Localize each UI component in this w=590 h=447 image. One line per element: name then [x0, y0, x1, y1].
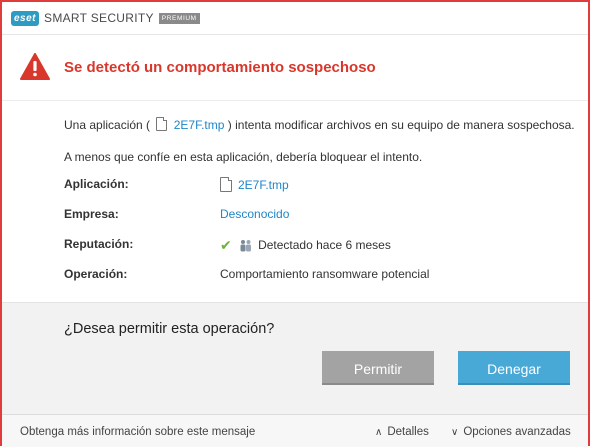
message-line-1: Una aplicación ( 2E7F.tmp ) intenta modi… [64, 117, 575, 132]
chevron-up-icon: ∧ [375, 427, 383, 438]
more-info-link[interactable]: Obtenga más información sobre este mensa… [20, 426, 255, 438]
allow-button[interactable]: Permitir [322, 351, 434, 385]
footer: Obtenga más información sobre este mensa… [2, 414, 588, 447]
detail-label: Aplicación: [64, 177, 129, 191]
detail-value: Desconocido [220, 207, 580, 221]
file-icon [156, 117, 168, 131]
detail-value: Comportamiento ransomware potencial [220, 267, 430, 281]
eset-logo: eset [11, 10, 40, 26]
detail-value: ✔ Detectado hace 6 meses [220, 237, 580, 255]
message-line-2: A menos que confíe en esta aplicación, d… [64, 150, 423, 164]
edition-badge: PREMIUM [158, 12, 200, 24]
message-prefix: Una aplicación ( [64, 118, 151, 132]
reputation-text: Detectado hace 6 meses [258, 238, 391, 252]
users-icon [239, 239, 252, 255]
detail-value: 2E7F.tmp [220, 177, 580, 192]
details-toggle[interactable]: ∧ Detalles [375, 426, 429, 438]
alert-title: Se detectó un comportamiento sospechoso [64, 59, 376, 76]
product-name: SMART SECURITY [44, 11, 154, 25]
file-icon [220, 177, 232, 192]
detail-label: Reputación: [64, 237, 134, 251]
permission-question: ¿Desea permitir esta operación? [64, 321, 275, 337]
details-label: Detalles [387, 426, 429, 438]
company-link[interactable]: Desconocido [220, 207, 289, 221]
alert-header: Se detectó un comportamiento sospechoso [2, 34, 588, 101]
warning-triangle-icon [20, 53, 50, 85]
checkmark-icon: ✔ [220, 237, 232, 253]
title-bar: eset SMART SECURITY PREMIUM [2, 2, 588, 34]
advanced-options-toggle[interactable]: ∨ Opciones avanzadas [451, 426, 571, 438]
message-suffix: ) intenta modificar archivos en su equip… [227, 118, 575, 132]
advanced-options-label: Opciones avanzadas [463, 426, 571, 438]
detail-label: Operación: [64, 267, 128, 281]
detail-label: Empresa: [64, 207, 119, 221]
alert-content: Una aplicación ( 2E7F.tmp ) intenta modi… [2, 100, 588, 303]
action-panel: ¿Desea permitir esta operación? Permitir… [2, 302, 588, 415]
deny-button[interactable]: Denegar [458, 351, 570, 385]
application-name-link[interactable]: 2E7F.tmp [238, 178, 289, 192]
alert-window: eset SMART SECURITY PREMIUM Se detectó u… [0, 0, 590, 447]
application-file-link[interactable]: 2E7F.tmp [174, 118, 225, 132]
chevron-down-icon: ∨ [451, 427, 459, 438]
